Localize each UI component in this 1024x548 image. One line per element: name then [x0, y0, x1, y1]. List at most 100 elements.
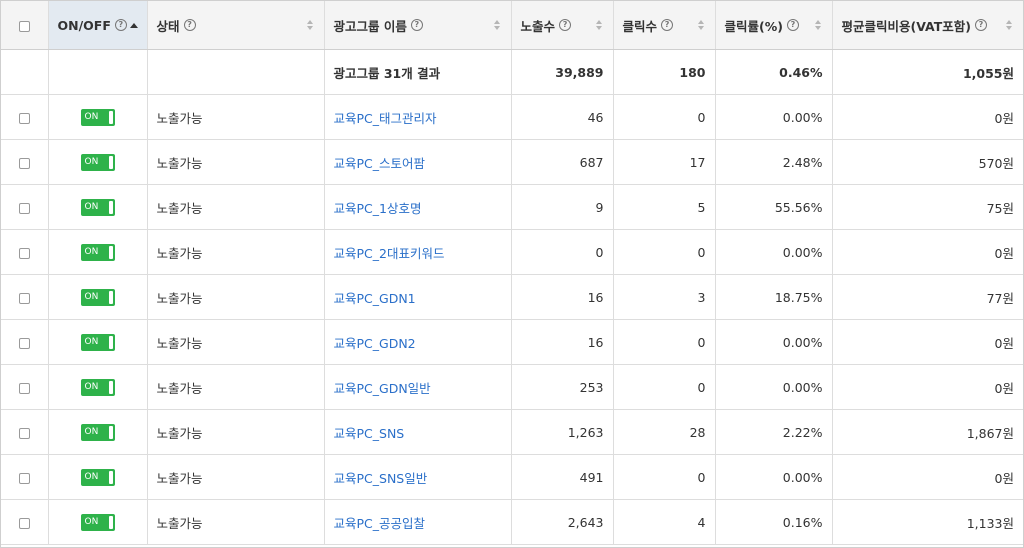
onoff-toggle[interactable]: ON — [80, 333, 115, 351]
clicks-cell: 0 — [613, 454, 716, 500]
ctr-cell: 0.00% — [715, 94, 833, 140]
question-circle-icon[interactable]: ? — [786, 19, 799, 31]
name-cell: 교육PC_GDN2 — [324, 319, 512, 365]
summary-clicks: 180 — [613, 49, 716, 95]
cpc-cell: 77원 — [832, 274, 1023, 320]
name-cell: 교육PC_GDN일반 — [324, 364, 512, 410]
sort-arrows-icon[interactable] — [696, 20, 706, 30]
status-cell: 노출가능 — [147, 319, 325, 365]
ad-group-link[interactable]: 교육PC_GDN일반 — [334, 381, 431, 396]
question-circle-icon[interactable]: ? — [974, 19, 987, 31]
row-checkbox[interactable] — [18, 202, 30, 214]
row-checkbox[interactable] — [18, 517, 30, 529]
ad-group-link[interactable]: 교육PC_GDN2 — [334, 336, 416, 351]
sort-arrows-icon[interactable] — [305, 20, 315, 30]
header-name[interactable]: 광고그룹 이름 ? — [324, 1, 512, 50]
ctr-cell: 0.00% — [715, 454, 833, 500]
onoff-toggle[interactable]: ON — [80, 423, 115, 441]
sort-arrows-icon[interactable] — [1004, 20, 1014, 30]
status-cell: 노출가능 — [147, 229, 325, 275]
header-ctr[interactable]: 클릭률(%) ? — [715, 1, 833, 50]
question-circle-icon[interactable]: ? — [661, 19, 674, 31]
ad-group-link[interactable]: 교육PC_SNS — [334, 426, 405, 441]
row-checkbox[interactable] — [18, 157, 30, 169]
row-checkbox[interactable] — [18, 292, 30, 304]
summary-row: 광고그룹 31개 결과 39,889 180 0.46% 1,055원 — [1, 49, 1023, 95]
sort-arrows-icon[interactable] — [594, 20, 604, 30]
name-cell: 교육PC_공공입찰 — [324, 499, 512, 545]
sort-arrows-icon[interactable] — [813, 20, 823, 30]
onoff-toggle[interactable]: ON — [80, 378, 115, 396]
question-circle-icon[interactable]: ? — [559, 19, 572, 31]
onoff-toggle-label: ON — [84, 247, 99, 257]
ad-group-link[interactable]: 교육PC_1상호명 — [334, 201, 422, 216]
impressions-cell: 491 — [511, 454, 614, 500]
header-cpc-label: 평균클릭비용(VAT포함) — [841, 18, 971, 34]
table-row: ON 노출가능 교육PC_GDN일반 253 0 0.00% 0원 — [1, 364, 1023, 410]
ad-group-table: ON/OFF ? 상태 ? 광고그룹 이름 ? 노출수 ? 클릭수 ? 클릭률(… — [1, 1, 1023, 545]
onoff-toggle[interactable]: ON — [80, 108, 115, 126]
onoff-toggle-label: ON — [84, 157, 99, 167]
row-checkbox[interactable] — [18, 247, 30, 259]
onoff-toggle[interactable]: ON — [80, 468, 115, 486]
row-checkbox[interactable] — [18, 337, 30, 349]
sort-arrows-icon[interactable] — [492, 20, 502, 30]
cpc-cell: 75원 — [832, 184, 1023, 230]
name-cell: 교육PC_SNS — [324, 409, 512, 455]
clicks-cell: 0 — [613, 319, 716, 365]
onoff-toggle[interactable]: ON — [80, 513, 115, 531]
cpc-cell: 1,867원 — [832, 409, 1023, 455]
clicks-cell: 3 — [613, 274, 716, 320]
ad-group-link[interactable]: 교육PC_스토어팜 — [334, 156, 426, 171]
onoff-toggle[interactable]: ON — [80, 198, 115, 216]
summary-empty-cell — [1, 49, 49, 95]
row-checkbox[interactable] — [18, 382, 30, 394]
header-clicks[interactable]: 클릭수 ? — [613, 1, 716, 50]
header-onoff[interactable]: ON/OFF ? — [48, 1, 148, 50]
table-row: ON 노출가능 교육PC_GDN2 16 0 0.00% 0원 — [1, 319, 1023, 365]
ad-group-link[interactable]: 교육PC_GDN1 — [334, 291, 416, 306]
impressions-cell: 2,643 — [511, 499, 614, 545]
row-checkbox[interactable] — [18, 112, 30, 124]
ctr-cell: 0.00% — [715, 319, 833, 365]
header-status[interactable]: 상태 ? — [147, 1, 325, 50]
question-circle-icon[interactable]: ? — [114, 19, 127, 31]
impressions-cell: 0 — [511, 229, 614, 275]
toggle-knob — [108, 290, 113, 304]
row-checkbox-cell — [1, 229, 49, 275]
summary-ctr: 0.46% — [715, 49, 833, 95]
header-impressions[interactable]: 노출수 ? — [511, 1, 614, 50]
name-cell: 교육PC_2대표키워드 — [324, 229, 512, 275]
row-checkbox-cell — [1, 139, 49, 185]
ad-group-link[interactable]: 교육PC_SNS일반 — [334, 471, 428, 486]
ctr-cell: 2.22% — [715, 409, 833, 455]
impressions-cell: 46 — [511, 94, 614, 140]
row-checkbox[interactable] — [18, 472, 30, 484]
question-circle-icon[interactable]: ? — [183, 19, 196, 31]
ctr-cell: 55.56% — [715, 184, 833, 230]
onoff-toggle[interactable]: ON — [80, 288, 115, 306]
status-cell: 노출가능 — [147, 364, 325, 410]
row-checkbox-cell — [1, 364, 49, 410]
ad-group-link[interactable]: 교육PC_2대표키워드 — [334, 246, 445, 261]
impressions-cell: 1,263 — [511, 409, 614, 455]
question-circle-icon[interactable]: ? — [410, 19, 423, 31]
ctr-cell: 18.75% — [715, 274, 833, 320]
onoff-cell: ON — [48, 184, 148, 230]
header-cpc[interactable]: 평균클릭비용(VAT포함) ? — [832, 1, 1023, 50]
ad-group-link[interactable]: 교육PC_태그관리자 — [334, 111, 437, 126]
onoff-toggle-label: ON — [84, 202, 99, 212]
ad-group-link[interactable]: 교육PC_공공입찰 — [334, 516, 426, 531]
status-cell: 노출가능 — [147, 94, 325, 140]
select-all-checkbox[interactable] — [18, 20, 30, 32]
clicks-cell: 28 — [613, 409, 716, 455]
onoff-toggle-label: ON — [84, 427, 99, 437]
toggle-knob — [108, 110, 113, 124]
sort-ascending-icon[interactable] — [129, 22, 138, 28]
ad-group-table-container: ON/OFF ? 상태 ? 광고그룹 이름 ? 노출수 ? 클릭수 ? 클릭률(… — [0, 0, 1024, 548]
row-checkbox-cell — [1, 184, 49, 230]
onoff-toggle[interactable]: ON — [80, 243, 115, 261]
row-checkbox[interactable] — [18, 427, 30, 439]
row-checkbox-cell — [1, 499, 49, 545]
onoff-toggle[interactable]: ON — [80, 153, 115, 171]
